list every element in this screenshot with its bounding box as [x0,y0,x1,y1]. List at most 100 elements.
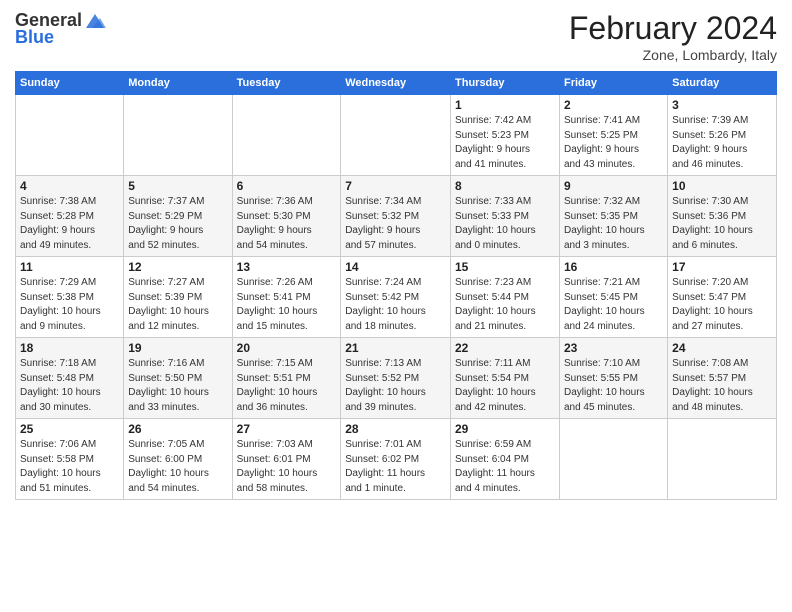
day-number: 16 [564,260,663,274]
weekday-header-thursday: Thursday [451,72,560,95]
calendar-cell: 5Sunrise: 7:37 AM Sunset: 5:29 PM Daylig… [124,176,232,257]
calendar-cell: 28 Sunrise: 7:01 AM Sunset: 6:02 PM Dayli… [341,419,451,500]
day-info: Sunrise: 7:18 AM Sunset: 5:48 PM Dayligh… [20,357,119,415]
day-number: 14 [345,260,446,274]
calendar-cell: 29 Sunrise: 6:59 AM Sunset: 6:04 PM Dayli… [451,419,560,500]
logo-icon [84,10,106,32]
weekday-header-tuesday: Tuesday [232,72,341,95]
calendar-week-5: 25 Sunrise: 7:06 AM Sunset: 5:58 PM Dayli… [16,419,777,500]
day-info: Sunrise: 7:41 AM Sunset: 5:25 PM Dayligh… [564,114,663,172]
day-number: 19 [128,341,227,355]
header: General Blue February 2024 Zone, Lombard… [15,10,777,63]
calendar-cell: 21 Sunrise: 7:13 AM Sunset: 5:52 PM Dayli… [341,338,451,419]
day-number: 26 [128,422,227,436]
day-info: Sunrise: 7:33 AM Sunset: 5:33 PM Dayligh… [455,195,555,253]
day-number: 18 [20,341,119,355]
day-number: 1 [455,98,555,112]
day-number: 20 [237,341,337,355]
day-info: Sunrise: 7:23 AM Sunset: 5:44 PM Dayligh… [455,276,555,334]
calendar-cell [341,95,451,176]
calendar-cell: 18 Sunrise: 7:18 AM Sunset: 5:48 PM Dayli… [16,338,124,419]
calendar-cell: 22 Sunrise: 7:11 AM Sunset: 5:54 PM Dayli… [451,338,560,419]
calendar-cell [668,419,777,500]
calendar-cell: 10Sunrise: 7:30 AM Sunset: 5:36 PM Dayli… [668,176,777,257]
day-info: Sunrise: 7:39 AM Sunset: 5:26 PM Dayligh… [672,114,772,172]
calendar-cell: 13Sunrise: 7:26 AM Sunset: 5:41 PM Dayli… [232,257,341,338]
day-info: Sunrise: 6:59 AM Sunset: 6:04 PM Dayligh… [455,438,555,496]
day-info: Sunrise: 7:38 AM Sunset: 5:28 PM Dayligh… [20,195,119,253]
logo-blue-text: Blue [15,28,54,48]
month-title: February 2024 [569,10,777,47]
day-number: 24 [672,341,772,355]
day-info: Sunrise: 7:24 AM Sunset: 5:42 PM Dayligh… [345,276,446,334]
day-info: Sunrise: 7:16 AM Sunset: 5:50 PM Dayligh… [128,357,227,415]
calendar-cell: 4 Sunrise: 7:38 AM Sunset: 5:28 PM Daylig… [16,176,124,257]
day-info: Sunrise: 7:10 AM Sunset: 5:55 PM Dayligh… [564,357,663,415]
day-info: Sunrise: 7:08 AM Sunset: 5:57 PM Dayligh… [672,357,772,415]
calendar-cell: 24 Sunrise: 7:08 AM Sunset: 5:57 PM Dayli… [668,338,777,419]
day-info: Sunrise: 7:34 AM Sunset: 5:32 PM Dayligh… [345,195,446,253]
day-number: 2 [564,98,663,112]
day-number: 10 [672,179,772,193]
calendar-cell: 25 Sunrise: 7:06 AM Sunset: 5:58 PM Dayli… [16,419,124,500]
day-number: 29 [455,422,555,436]
day-number: 6 [237,179,337,193]
calendar-cell: 17 Sunrise: 7:20 AM Sunset: 5:47 PM Dayli… [668,257,777,338]
weekday-header-sunday: Sunday [16,72,124,95]
calendar-cell: 27 Sunrise: 7:03 AM Sunset: 6:01 PM Dayli… [232,419,341,500]
calendar-cell: 16 Sunrise: 7:21 AM Sunset: 5:45 PM Dayli… [559,257,667,338]
day-number: 17 [672,260,772,274]
day-number: 22 [455,341,555,355]
weekday-header-friday: Friday [559,72,667,95]
day-info: Sunrise: 7:15 AM Sunset: 5:51 PM Dayligh… [237,357,337,415]
calendar-cell [232,95,341,176]
calendar-week-2: 4 Sunrise: 7:38 AM Sunset: 5:28 PM Daylig… [16,176,777,257]
calendar-cell: 19 Sunrise: 7:16 AM Sunset: 5:50 PM Dayli… [124,338,232,419]
calendar-cell: 23 Sunrise: 7:10 AM Sunset: 5:55 PM Dayli… [559,338,667,419]
day-info: Sunrise: 7:26 AM Sunset: 5:41 PM Dayligh… [237,276,337,334]
calendar-cell: 11 Sunrise: 7:29 AM Sunset: 5:38 PM Dayli… [16,257,124,338]
weekday-header-wednesday: Wednesday [341,72,451,95]
day-info: Sunrise: 7:03 AM Sunset: 6:01 PM Dayligh… [237,438,337,496]
day-info: Sunrise: 7:21 AM Sunset: 5:45 PM Dayligh… [564,276,663,334]
day-number: 23 [564,341,663,355]
calendar-cell: 7 Sunrise: 7:34 AM Sunset: 5:32 PM Daylig… [341,176,451,257]
day-info: Sunrise: 7:32 AM Sunset: 5:35 PM Dayligh… [564,195,663,253]
weekday-header-monday: Monday [124,72,232,95]
title-block: February 2024 Zone, Lombardy, Italy [569,10,777,63]
day-number: 27 [237,422,337,436]
day-number: 8 [455,179,555,193]
day-number: 7 [345,179,446,193]
calendar-cell [559,419,667,500]
day-info: Sunrise: 7:29 AM Sunset: 5:38 PM Dayligh… [20,276,119,334]
day-number: 28 [345,422,446,436]
calendar-cell: 3 Sunrise: 7:39 AM Sunset: 5:26 PM Daylig… [668,95,777,176]
day-info: Sunrise: 7:06 AM Sunset: 5:58 PM Dayligh… [20,438,119,496]
day-number: 21 [345,341,446,355]
calendar-cell: 26Sunrise: 7:05 AM Sunset: 6:00 PM Dayli… [124,419,232,500]
day-info: Sunrise: 7:37 AM Sunset: 5:29 PM Dayligh… [128,195,227,253]
calendar-cell: 14 Sunrise: 7:24 AM Sunset: 5:42 PM Dayli… [341,257,451,338]
day-number: 11 [20,260,119,274]
day-number: 25 [20,422,119,436]
page: General Blue February 2024 Zone, Lombard… [0,0,792,612]
day-number: 9 [564,179,663,193]
day-info: Sunrise: 7:13 AM Sunset: 5:52 PM Dayligh… [345,357,446,415]
day-info: Sunrise: 7:20 AM Sunset: 5:47 PM Dayligh… [672,276,772,334]
calendar-week-1: 1Sunrise: 7:42 AM Sunset: 5:23 PM Daylig… [16,95,777,176]
logo: General Blue [15,10,106,48]
calendar-cell: 20 Sunrise: 7:15 AM Sunset: 5:51 PM Dayli… [232,338,341,419]
subtitle: Zone, Lombardy, Italy [569,47,777,63]
calendar-cell: 1Sunrise: 7:42 AM Sunset: 5:23 PM Daylig… [451,95,560,176]
day-number: 3 [672,98,772,112]
calendar-cell: 6Sunrise: 7:36 AM Sunset: 5:30 PM Daylig… [232,176,341,257]
calendar-week-3: 11 Sunrise: 7:29 AM Sunset: 5:38 PM Dayli… [16,257,777,338]
calendar-table: SundayMondayTuesdayWednesdayThursdayFrid… [15,71,777,500]
day-info: Sunrise: 7:01 AM Sunset: 6:02 PM Dayligh… [345,438,446,496]
day-number: 4 [20,179,119,193]
day-number: 12 [128,260,227,274]
calendar-cell [16,95,124,176]
day-info: Sunrise: 7:11 AM Sunset: 5:54 PM Dayligh… [455,357,555,415]
calendar-cell: 8 Sunrise: 7:33 AM Sunset: 5:33 PM Daylig… [451,176,560,257]
weekday-header-saturday: Saturday [668,72,777,95]
